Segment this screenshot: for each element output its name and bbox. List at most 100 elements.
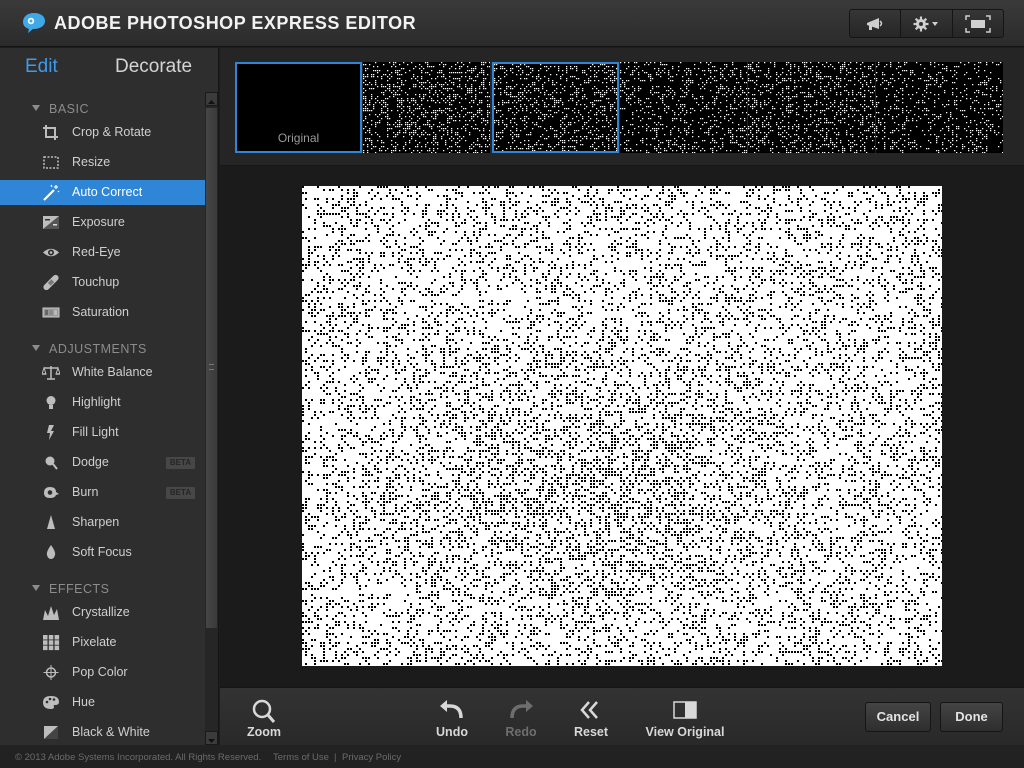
collapse-triangle-icon (32, 585, 40, 591)
sidebar-item-auto-correct[interactable]: Auto Correct (0, 180, 205, 205)
privacy-link[interactable]: Privacy Policy (342, 752, 401, 763)
palette-icon (43, 696, 59, 709)
app-window: ADOBE PHOTOSHOP EXPRESS EDITOR Edit Deco… (0, 0, 1024, 768)
copyright-text: © 2013 Adobe Systems Incorporated. All R… (15, 752, 262, 763)
noise-preview (876, 62, 1003, 153)
sidebar-item-hue[interactable]: Hue (0, 690, 205, 715)
sidebar-item-fill-light[interactable]: Fill Light (0, 420, 205, 445)
mode-tabs: Edit Decorate (0, 48, 205, 88)
sidebar-item-label: Sharpen (72, 515, 120, 529)
sidebar-item-label: Soft Focus (72, 545, 132, 559)
noise-preview (620, 62, 747, 153)
noise-preview (363, 62, 490, 153)
preset-thumb[interactable] (876, 62, 1003, 153)
preset-thumb[interactable] (363, 62, 490, 153)
sidebar-item-label: Exposure (72, 215, 125, 229)
app-logo-icon (23, 13, 45, 33)
view-original-label: View Original (645, 725, 725, 739)
reset-label: Reset (573, 725, 609, 739)
settings-button[interactable] (901, 10, 953, 37)
undo-icon (440, 700, 463, 719)
tab-decorate[interactable]: Decorate (115, 56, 192, 78)
section-effects[interactable]: EFFECTS (0, 578, 205, 600)
collapse-triangle-icon (32, 105, 40, 111)
sidebar-item-pop-color[interactable]: Pop Color (0, 660, 205, 685)
sidebar-item-label: Dodge (72, 455, 109, 469)
cancel-button[interactable]: Cancel (865, 702, 931, 732)
fullscreen-icon (965, 14, 991, 33)
terms-link[interactable]: Terms of Use (273, 752, 329, 763)
scroll-up-button[interactable] (205, 92, 218, 106)
sidebar-item-crystallize[interactable]: Crystallize (0, 600, 205, 625)
gear-icon (913, 16, 939, 31)
sidebar-item-crop-rotate[interactable]: Crop & Rotate (0, 120, 205, 145)
undo-label: Undo (436, 725, 468, 739)
eye-icon (43, 248, 59, 257)
crop-icon (43, 125, 58, 140)
sidebar-item-red-eye[interactable]: Red-Eye (0, 240, 205, 265)
exposure-icon (43, 216, 59, 229)
tab-edit[interactable]: Edit (25, 56, 58, 78)
magnifier-icon (252, 699, 276, 723)
compare-icon (673, 701, 697, 719)
preset-thumb[interactable] (748, 62, 875, 153)
dodge-icon (45, 456, 58, 470)
section-basic[interactable]: BASIC (0, 98, 205, 120)
sidebar-item-burn[interactable]: Burn BETA (0, 480, 205, 505)
done-button[interactable]: Done (940, 702, 1003, 732)
sidebar-item-highlight[interactable]: Highlight (0, 390, 205, 415)
preset-thumb[interactable] (492, 62, 619, 153)
zoom-button[interactable]: Zoom (228, 698, 300, 742)
sidebar-item-dodge[interactable]: Dodge BETA (0, 450, 205, 475)
lightbulb-icon (46, 396, 56, 409)
noise-preview (494, 64, 617, 151)
scroll-thumb[interactable] (206, 108, 217, 628)
sidebar-item-saturation[interactable]: Saturation (0, 300, 205, 325)
preset-thumb-original[interactable]: Original (235, 62, 362, 153)
app-title: ADOBE PHOTOSHOP EXPRESS EDITOR (54, 13, 417, 33)
zoom-label: Zoom (246, 725, 282, 739)
title-bar-button-group (849, 9, 1004, 38)
view-original-button[interactable]: View Original (640, 698, 730, 742)
sidebar-item-black-white[interactable]: Black & White (0, 720, 205, 745)
drop-icon (46, 545, 56, 559)
sidebar-item-label: Red-Eye (72, 245, 121, 259)
balance-scale-icon (42, 366, 60, 380)
sidebar-item-label: White Balance (72, 365, 153, 379)
crystallize-icon (43, 606, 59, 620)
magic-wand-icon (43, 184, 60, 201)
sidebar-item-white-balance[interactable]: White Balance (0, 360, 205, 385)
footer: © 2013 Adobe Systems Incorporated. All R… (0, 745, 1024, 768)
scroll-down-button[interactable] (205, 731, 218, 745)
sidebar-item-label: Fill Light (72, 425, 119, 439)
reset-button[interactable]: Reset (555, 698, 627, 742)
sidebar-item-label: Crop & Rotate (72, 125, 152, 139)
photo-canvas[interactable] (302, 186, 942, 666)
announcements-button[interactable] (850, 10, 902, 37)
preset-thumb[interactable] (620, 62, 747, 153)
sidebar-item-pixelate[interactable]: Pixelate (0, 630, 205, 655)
redo-label: Redo (505, 725, 537, 739)
sidebar-item-label: Black & White (72, 725, 150, 739)
canvas-area (220, 166, 1024, 687)
sidebar-item-label: Burn (72, 485, 99, 499)
undo-button[interactable]: Undo (416, 698, 488, 742)
sidebar-item-exposure[interactable]: Exposure (0, 210, 205, 235)
beta-badge: BETA (166, 457, 195, 469)
section-adjustments[interactable]: ADJUSTMENTS (0, 338, 205, 360)
photo-image (302, 186, 942, 665)
sidebar-scrollbar[interactable] (205, 92, 218, 745)
sidebar-item-resize[interactable]: Resize (0, 150, 205, 175)
sidebar-item-label: Touchup (72, 275, 120, 289)
sidebar-item-soft-focus[interactable]: Soft Focus (0, 540, 205, 565)
sidebar-item-touchup[interactable]: Touchup (0, 270, 205, 295)
fullscreen-button[interactable] (953, 10, 1003, 37)
sidebar-item-label: Auto Correct (72, 185, 143, 199)
sidebar-item-label: Hue (72, 695, 95, 709)
reset-icon (580, 701, 598, 719)
collapse-triangle-icon (32, 345, 40, 351)
redo-button[interactable]: Redo (485, 698, 557, 742)
footer-separator: | (334, 752, 337, 763)
sidebar-item-sharpen[interactable]: Sharpen (0, 510, 205, 535)
saturation-icon (42, 307, 60, 318)
